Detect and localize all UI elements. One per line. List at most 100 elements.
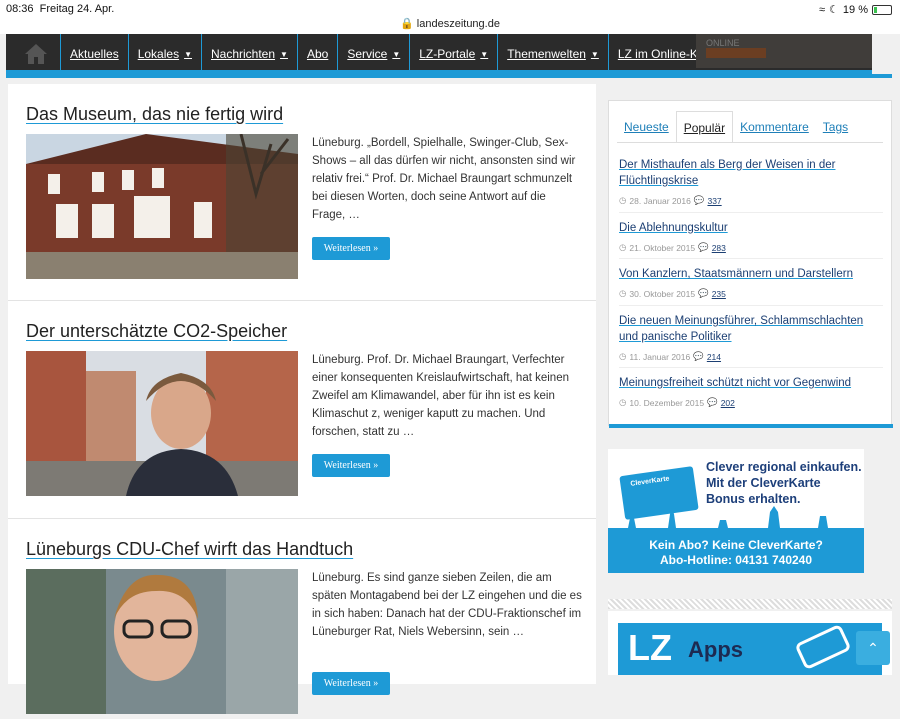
popular-item-title[interactable]: Meinungsfreiheit schützt nicht vor Gegen… (619, 375, 883, 391)
chevron-down-icon: ▼ (280, 49, 288, 59)
lz-apps-banner[interactable]: LZ Apps (608, 611, 892, 675)
comment-count[interactable]: 202 (721, 398, 735, 408)
comment-count[interactable]: 214 (707, 352, 721, 362)
chevron-down-icon: ▼ (590, 49, 599, 59)
skyline-graphic (608, 506, 864, 536)
nav-items: Aktuelles Lokales ▼ Nachrichten ▼ Abo Service ▼… (60, 34, 728, 74)
banner-text: Clever regional einkaufen. Mit der Cleve… (706, 460, 862, 506)
popular-item-date: 28. Januar 2016 (629, 195, 691, 206)
nav-item-aktuelles[interactable]: Aktuelles (60, 34, 128, 74)
tabbed-widget: Neueste Populär Kommentare Tags Der Misthau… (608, 100, 893, 428)
nav-item-service[interactable]: Service ▼ (337, 34, 409, 74)
popular-item-meta: ◷ 10. Dezember 2015 💬 202 (619, 397, 883, 408)
nav-item-themenwelten[interactable]: Themenwelten ▼ (497, 34, 608, 74)
moon-icon: ☾ (829, 4, 839, 16)
read-more-button[interactable]: Weiterlesen » (312, 237, 390, 260)
battery-percent: 19 % (842, 3, 868, 16)
tab-popul-r[interactable]: Populär (675, 111, 734, 143)
comment-icon: 💬 (698, 288, 709, 298)
post-item: Lüneburgs CDU-Chef wirft das Handtuch Lü… (8, 519, 596, 719)
post-thumbnail-politician[interactable] (26, 569, 298, 714)
nav-item-lz-portale[interactable]: LZ-Portale ▼ (409, 34, 497, 74)
popular-item-title[interactable]: Die Ablehnungskultur (619, 220, 883, 236)
cleverkarte-banner[interactable]: CleverKarte Clever regional einkaufen. M… (608, 449, 864, 573)
apps-banner-inner: LZ Apps (618, 623, 882, 675)
home-button[interactable] (14, 39, 58, 69)
chevron-down-icon: ▼ (480, 49, 489, 59)
list-divider (619, 305, 883, 306)
header-ad-image (706, 48, 766, 58)
lz-logo: LZ (628, 627, 672, 668)
status-time: 08:36 Freitag 24. Apr. (6, 3, 115, 15)
status-bar: 08:36 Freitag 24. Apr. 🔒 landeszeitung.d… (0, 0, 900, 34)
popular-item-title[interactable]: Die neuen Meinungsführer, Schlammschlach… (619, 313, 883, 345)
read-more-button[interactable]: Weiterlesen » (312, 672, 390, 695)
scroll-to-top-button[interactable]: ⌃ (856, 631, 890, 665)
list-divider (619, 367, 883, 368)
post-item: Der unterschätzte CO2-Speicher Lüneburg.… (8, 301, 596, 519)
header-ad-label: ONLINE (706, 38, 740, 48)
tab-divider (617, 142, 883, 143)
chevron-down-icon: ▼ (184, 49, 192, 59)
comment-count[interactable]: 283 (712, 243, 726, 253)
list-divider (619, 258, 883, 259)
post-title[interactable]: Lüneburgs CDU-Chef wirft das Handtuch (26, 539, 353, 560)
post-excerpt: Lüneburg. „Bordell, Spielhalle, Swinger-… (312, 137, 576, 221)
tab-tags[interactable]: Tags (816, 111, 855, 143)
popular-item-date: 10. Dezember 2015 (629, 397, 705, 408)
widget-tabs: Neueste Populär Kommentare Tags (617, 111, 855, 143)
url-bar[interactable]: 🔒 landeszeitung.de (0, 17, 900, 30)
nav-item-lokales[interactable]: Lokales ▼ (127, 34, 201, 74)
nav-item-abo[interactable]: Abo (296, 34, 337, 74)
post-title[interactable]: Der unterschätzte CO2-Speicher (26, 321, 287, 342)
clock-icon: ◷ (619, 397, 627, 407)
header-ad[interactable]: ONLINE (696, 34, 872, 68)
popular-item: Meinungsfreiheit schützt nicht vor Gegen… (619, 375, 883, 408)
read-more-button[interactable]: Weiterlesen » (312, 454, 390, 477)
popular-item: Von Kanzlern, Staatsmännern und Darstell… (619, 266, 883, 299)
comment-icon: 💬 (693, 195, 705, 205)
clock-icon: ◷ (619, 242, 627, 252)
post-item: Das Museum, das nie fertig wird Lüneburg… (8, 84, 596, 301)
popular-item: Der Misthaufen als Berg der Weisen in de… (619, 157, 883, 206)
post-excerpt: Lüneburg. Prof. Dr. Michael Braungart, V… (312, 354, 569, 438)
nav-item-nachrichten[interactable]: Nachrichten ▼ (201, 34, 297, 74)
battery-icon (872, 4, 892, 15)
clock-icon: ◷ (619, 195, 627, 205)
post-list: Das Museum, das nie fertig wird Lüneburg… (8, 84, 596, 714)
list-divider (619, 212, 883, 213)
hatched-divider (608, 599, 892, 609)
battery-fill (874, 6, 877, 13)
post-thumbnail-portrait[interactable] (26, 351, 298, 496)
comment-icon: 💬 (707, 397, 718, 407)
popular-item-meta: ◷ 28. Januar 2016 💬 337 (619, 195, 883, 206)
tab-neueste[interactable]: Neueste (617, 111, 676, 143)
clock-icon: ◷ (619, 351, 627, 361)
popular-item-title[interactable]: Der Misthaufen als Berg der Weisen in de… (619, 157, 883, 189)
clock-icon: ◷ (619, 288, 627, 298)
apps-label: Apps (688, 637, 743, 662)
post-title[interactable]: Das Museum, das nie fertig wird (26, 104, 283, 125)
nav-accent-bar (6, 74, 892, 78)
comment-count[interactable]: 235 (712, 289, 726, 299)
comment-count[interactable]: 337 (707, 196, 721, 206)
main-nav: Aktuelles Lokales ▼ Nachrichten ▼ Abo Service ▼… (6, 34, 872, 74)
chevron-up-icon: ⌃ (867, 639, 879, 656)
url-text[interactable]: landeszeitung.de (417, 18, 500, 30)
popular-item-date: 30. Oktober 2015 (629, 288, 696, 299)
lock-icon: 🔒 (400, 18, 414, 30)
tab-kommentare[interactable]: Kommentare (733, 111, 816, 143)
comment-icon: 💬 (693, 351, 704, 361)
popular-item: Die Ablehnungskultur ◷ 21. Oktober 2015 💬 28… (619, 220, 883, 253)
home-icon (25, 44, 47, 64)
chevron-down-icon: ▼ (392, 49, 401, 59)
post-thumbnail-museum[interactable] (26, 134, 298, 279)
popular-item-meta: ◷ 11. Januar 2016 💬 214 (619, 351, 883, 362)
popular-item-meta: ◷ 21. Oktober 2015 💬 283 (619, 242, 883, 253)
popular-item: Die neuen Meinungsführer, Schlammschlach… (619, 313, 883, 362)
wifi-icon: ≈ (819, 3, 826, 16)
comment-icon: 💬 (698, 242, 709, 252)
popular-item-meta: ◷ 30. Oktober 2015 💬 235 (619, 288, 883, 299)
popular-item-title[interactable]: Von Kanzlern, Staatsmännern und Darstell… (619, 266, 883, 282)
post-excerpt: Lüneburg. Es sind ganze sieben Zeilen, d… (312, 572, 582, 638)
